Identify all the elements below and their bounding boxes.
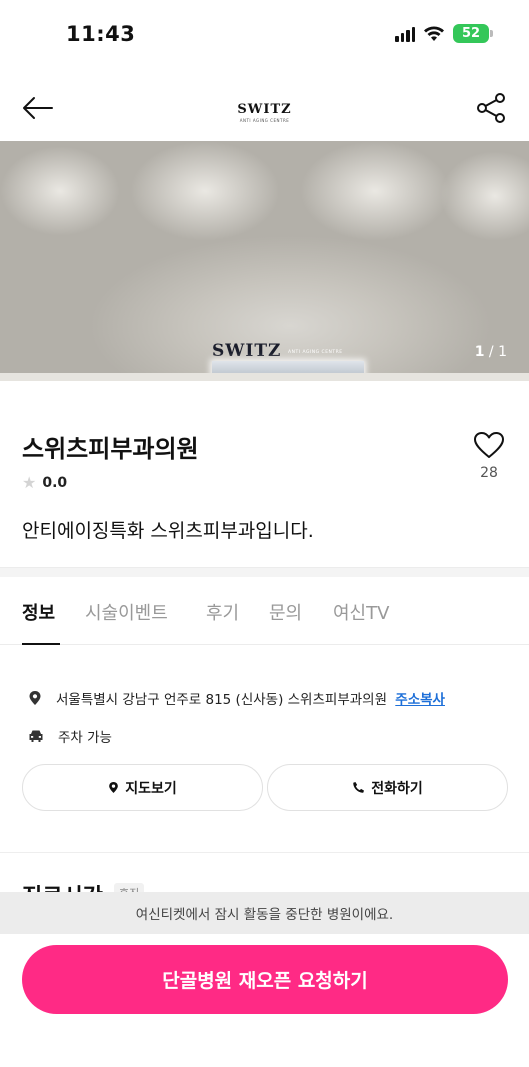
tab-tv[interactable]: 여신TV [333,599,389,625]
map-button-label: 지도보기 [125,780,177,797]
clinic-summary: 스위츠피부과의원 ★ 0.0 안티에이징특화 스위츠피부과입니다. 28 [0,381,529,567]
battery-icon: 52 [453,24,493,43]
signal-icon [395,26,415,42]
clinic-logo: SWITZ ANTI AGING CENTRE [0,98,529,123]
image-counter-current: 1 [474,344,485,360]
image-counter: 1 / 1 [475,344,507,360]
call-button[interactable]: 전화하기 [267,764,508,811]
logo-subtext: ANTI AGING CENTRE [239,118,290,123]
call-button-label: 전화하기 [371,780,423,797]
clinic-name: 스위츠피부과의원 [22,435,199,463]
car-icon [29,730,43,742]
hero-image[interactable]: SWITZ ANTI AGING CENTRE 1 / 1 [0,141,529,381]
top-nav: SWITZ ANTI AGING CENTRE [0,78,529,138]
parking-row: 주차 가능 [28,726,112,746]
heart-icon [474,432,504,458]
info-section: 서울특별시 강남구 언주로 815 (신사동) 스위츠피부과의원 주소복사 주차… [0,646,529,852]
active-tab-indicator [22,643,60,645]
tab-bar: 정보 시술이벤트 후기 문의 여신TV [0,577,529,645]
hero-floor [0,373,529,381]
like-count: 28 [480,465,498,481]
sign-subtext: ANTI AGING CENTRE [288,350,343,355]
copy-address-link[interactable]: 주소복사 [395,692,445,708]
address-text: 서울특별시 강남구 언주로 815 (신사동) 스위츠피부과의원 [56,692,387,708]
image-counter-total: / 1 [488,344,507,360]
wifi-icon [424,26,444,41]
status-icons: 52 [395,24,493,43]
rating-value: 0.0 [42,474,68,491]
paused-notice: 여신티켓에서 잠시 활동을 중단한 병원이에요. [0,892,529,934]
address-row: 서울특별시 강남구 언주로 815 (신사동) 스위츠피부과의원 주소복사 [28,688,445,708]
map-button[interactable]: 지도보기 [22,764,263,811]
status-time: 11:43 [66,22,136,46]
section-divider [0,567,529,577]
tab-reviews[interactable]: 후기 [206,599,239,625]
location-pin-icon [109,782,119,793]
share-button[interactable] [473,90,509,126]
tab-info[interactable]: 정보 [22,599,55,625]
star-icon: ★ [22,473,37,492]
tab-inquiry[interactable]: 문의 [269,599,302,625]
logo-text: SWITZ [237,102,292,117]
status-bar: 11:43 52 [0,0,529,70]
location-pin-icon [29,691,41,705]
bottom-action-area: 단골병원 재오픈 요청하기 [0,934,529,1067]
sign-text: SWITZ [212,341,282,361]
phone-icon [353,781,365,793]
parking-text: 주차 가능 [58,730,112,746]
rating: ★ 0.0 [22,473,67,492]
tab-events[interactable]: 시술이벤트 [85,599,168,625]
like-button[interactable]: 28 [469,431,509,481]
share-icon [477,93,505,123]
clinic-tagline: 안티에이징특화 스위츠피부과입니다. [22,520,314,542]
reopen-request-button[interactable]: 단골병원 재오픈 요청하기 [22,945,508,1014]
